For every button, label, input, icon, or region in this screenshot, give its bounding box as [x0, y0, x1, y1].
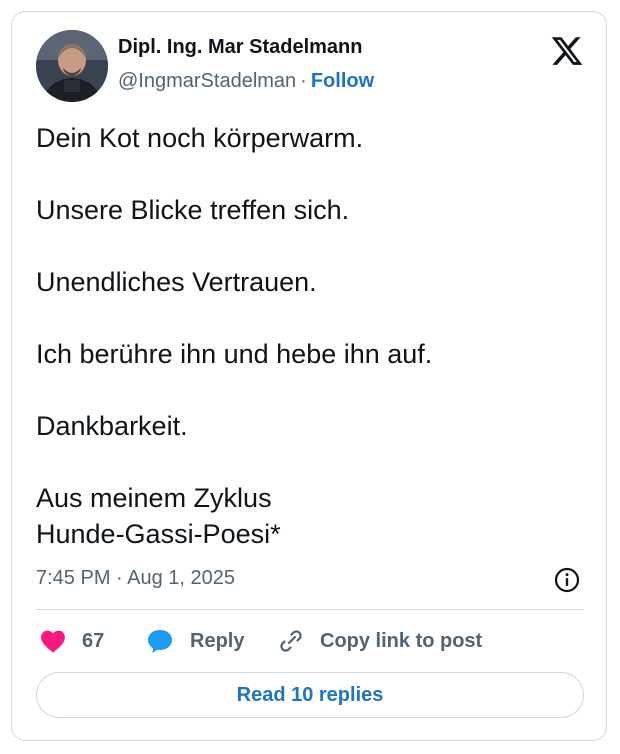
- tweet-line-group: Aus meinem Zyklus Hunde-Gassi-Poesi*: [36, 480, 576, 552]
- heart-icon: [40, 629, 66, 653]
- link-icon: [278, 628, 304, 654]
- like-count: 67: [82, 629, 105, 652]
- tweet-line: Dein Kot noch körperwarm.: [36, 123, 364, 153]
- tweet-line: Hunde-Gassi-Poesi*: [36, 519, 281, 549]
- divider: [36, 609, 584, 610]
- reply-button[interactable]: Reply: [146, 624, 244, 658]
- reply-label: Reply: [190, 629, 245, 652]
- author-handle[interactable]: @IngmarStadelman: [118, 70, 296, 92]
- tweet-line: Ich berühre ihn und hebe ihn auf.: [36, 339, 433, 369]
- avatar-image: [36, 30, 108, 102]
- tweet-line: Unendliches Vertrauen.: [36, 267, 317, 297]
- copy-link-label: Copy link to post: [320, 629, 483, 652]
- avatar[interactable]: [36, 30, 108, 102]
- tweet-line: Dankbarkeit.: [36, 411, 188, 441]
- read-replies-label: Read 10 replies: [236, 683, 384, 706]
- author-name[interactable]: Dipl. Ing. Mar Stadelmann: [118, 36, 362, 59]
- separator-dot: ·: [300, 70, 307, 92]
- author-handle-row: @IngmarStadelman · Follow: [118, 70, 374, 93]
- follow-link[interactable]: Follow: [311, 70, 374, 92]
- tweet-line: Aus meinem Zyklus: [36, 483, 272, 513]
- tweet-card: Dipl. Ing. Mar Stadelmann @IngmarStadelm…: [11, 11, 607, 741]
- read-replies-button[interactable]: Read 10 replies: [36, 672, 584, 718]
- tweet-line: Unsere Blicke treffen sich.: [36, 195, 350, 225]
- info-icon[interactable]: [554, 567, 580, 593]
- tweet-timestamp[interactable]: 7:45 PM · Aug 1, 2025: [36, 567, 235, 590]
- like-button[interactable]: 67: [40, 624, 104, 658]
- x-logo-icon[interactable]: [550, 34, 584, 68]
- speech-bubble-icon: [146, 628, 174, 654]
- tweet-text: Dein Kot noch körperwarm. Unsere Blicke …: [36, 120, 576, 552]
- copy-link-button[interactable]: Copy link to post: [278, 624, 482, 658]
